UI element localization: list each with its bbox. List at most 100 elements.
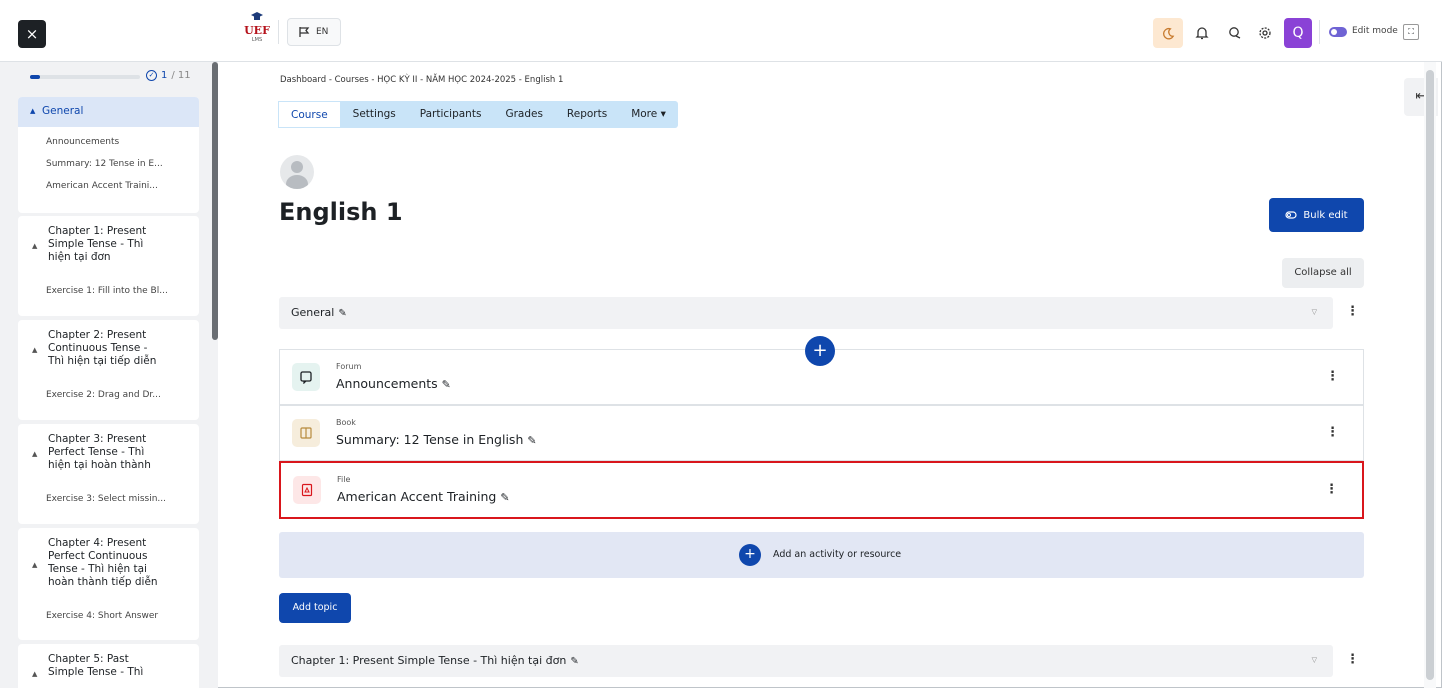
index-item[interactable]: American Accent Traini... (46, 181, 158, 191)
add-content-plus-icon[interactable]: + (805, 336, 835, 366)
section-title: General ✎ (291, 306, 347, 319)
title-line: hiện tại đơn (48, 251, 111, 263)
scrollbar-thumb[interactable] (1426, 70, 1434, 680)
section-menu-kebab-icon[interactable]: ⋮ (1346, 304, 1359, 319)
section-header-chapter-1[interactable]: Chapter 1: Present Simple Tense - Thì hi… (279, 645, 1333, 677)
breadcrumb[interactable]: Dashboard - Courses - HỌC KỲ II - NĂM HỌ… (280, 75, 563, 85)
moon-icon (1162, 27, 1174, 39)
top-navbar: × UEF LMS EN Q Edit mode ⛶ (0, 0, 1442, 62)
index-section-header[interactable]: ▲ Chapter 2: Present Continuous Tense - … (18, 329, 199, 368)
activity-name[interactable]: American Accent Training ✎ (337, 489, 510, 504)
index-section-header[interactable]: ▲ General (18, 97, 199, 127)
index-section-header[interactable]: ▲ Chapter 1: Present Simple Tense - Thì … (18, 225, 199, 264)
pencil-icon[interactable]: ✎ (570, 656, 578, 667)
index-item[interactable]: Summary: 12 Tense in E... (46, 159, 163, 169)
tab-reports[interactable]: Reports (555, 101, 619, 128)
progress-done: 1 (161, 70, 168, 81)
progress-total: / 11 (171, 70, 191, 81)
title-line: Perfect Tense - Thì (48, 446, 145, 458)
pencil-icon[interactable]: ✎ (527, 434, 536, 447)
collapse-caret-icon[interactable]: ▽ (1312, 656, 1317, 664)
title-line: Perfect Continuous (48, 550, 148, 562)
edit-mode-toggle[interactable] (1329, 27, 1347, 37)
title-line: Tense - Thì hiện tại (48, 563, 147, 575)
chat-bubble-icon (1229, 27, 1241, 39)
title-line: Thì hiện tại tiếp diễn (48, 355, 157, 367)
activity-name[interactable]: Announcements ✎ (336, 376, 451, 391)
title-line: Chapter 4: Present (48, 537, 147, 549)
activity-menu-kebab-icon[interactable]: ⋮ (1326, 425, 1339, 440)
pencil-icon[interactable]: ✎ (500, 491, 509, 504)
pdf-file-icon (293, 476, 321, 504)
index-section-chapter-5: ▲ Chapter 5: Past Simple Tense - Thì (18, 644, 199, 688)
section-menu-kebab-icon[interactable]: ⋮ (1346, 652, 1359, 667)
activity-name[interactable]: Summary: 12 Tense in English ✎ (336, 432, 537, 447)
user-avatar[interactable]: Q (1284, 18, 1312, 48)
site-logo[interactable]: UEF LMS (242, 12, 272, 50)
notifications-button[interactable] (1187, 18, 1217, 48)
activity-type: File (337, 475, 351, 484)
title-line: Chapter 2: Present (48, 329, 147, 341)
activity-menu-kebab-icon[interactable]: ⋮ (1326, 369, 1339, 384)
index-item[interactable]: Announcements (46, 137, 119, 147)
flag-icon (299, 27, 310, 37)
title-line: hiện tại hoàn thành (48, 459, 151, 471)
title-line: Simple Tense - Thì (48, 666, 144, 678)
progress-count: ✓ 1/ 11 (146, 70, 191, 81)
fullscreen-icon[interactable]: ⛶ (1403, 24, 1419, 40)
dark-mode-toggle[interactable] (1153, 18, 1183, 48)
index-section-header[interactable]: ▲ Chapter 4: Present Perfect Continuous … (18, 537, 199, 589)
title-line: Simple Tense - Thì (48, 238, 144, 250)
index-item[interactable]: Exercise 1: Fill into the Bl... (46, 286, 168, 296)
collapse-caret-icon: ▲ (32, 450, 38, 458)
divider (1319, 20, 1320, 44)
collapse-caret-icon: ▲ (32, 561, 38, 569)
forum-icon (292, 363, 320, 391)
tab-settings[interactable]: Settings (341, 101, 408, 128)
collapse-caret-icon: ▲ (32, 346, 38, 354)
activity-file[interactable]: File American Accent Training ✎ ⋮ (279, 461, 1364, 519)
settings-button[interactable] (1250, 18, 1280, 48)
index-section-chapter-1: ▲ Chapter 1: Present Simple Tense - Thì … (18, 216, 199, 316)
edit-mode-label: Edit mode (1352, 26, 1398, 36)
gear-icon (1259, 27, 1271, 39)
check-circle-icon: ✓ (146, 70, 157, 81)
tab-participants[interactable]: Participants (408, 101, 494, 128)
collapse-caret-icon: ▲ (32, 670, 38, 678)
bulk-edit-label: Bulk edit (1303, 209, 1348, 221)
index-item[interactable]: Exercise 2: Drag and Dr... (46, 390, 161, 400)
pencil-icon[interactable]: ✎ (338, 308, 346, 319)
tab-course[interactable]: Course (278, 101, 341, 128)
close-drawer-button[interactable]: × (18, 20, 46, 48)
graduation-cap-icon (251, 12, 263, 20)
collapse-caret-icon[interactable]: ▽ (1312, 308, 1317, 316)
language-button[interactable]: EN (287, 18, 341, 46)
course-index-drawer: ✓ 1/ 11 ▲ General Announcements Summary:… (0, 62, 218, 688)
add-topic-button[interactable]: Add topic (279, 593, 351, 623)
page-scrollbar[interactable] (1424, 62, 1436, 688)
index-item[interactable]: Exercise 4: Short Answer (46, 611, 158, 621)
language-label: EN (316, 27, 329, 37)
tab-more[interactable]: More ▾ (619, 101, 678, 128)
activity-type: Forum (336, 362, 362, 371)
title-line: Chapter 1: Present (48, 225, 147, 237)
bell-icon (1195, 27, 1209, 40)
add-activity-button[interactable]: + Add an activity or resource (279, 532, 1364, 578)
index-section-title: General (42, 105, 84, 117)
collapse-all-button[interactable]: Collapse all (1282, 258, 1364, 288)
progress-fill (30, 75, 40, 79)
title-line: Chapter 5: Past (48, 653, 129, 665)
pencil-icon[interactable]: ✎ (442, 378, 451, 391)
section-header-general[interactable]: General ✎ ▽ (279, 297, 1333, 329)
index-section-header[interactable]: ▲ Chapter 5: Past Simple Tense - Thì (18, 653, 199, 679)
activity-book[interactable]: Book Summary: 12 Tense in English ✎ ⋮ (279, 405, 1364, 461)
activity-menu-kebab-icon[interactable]: ⋮ (1325, 482, 1338, 497)
index-item[interactable]: Exercise 3: Select missin... (46, 494, 166, 504)
bulk-edit-button[interactable]: Bulk edit (1269, 198, 1364, 232)
drawer-scrollbar[interactable] (212, 62, 218, 340)
messages-button[interactable] (1220, 18, 1250, 48)
add-activity-label: Add an activity or resource (773, 549, 902, 560)
tab-grades[interactable]: Grades (493, 101, 554, 128)
index-section-header[interactable]: ▲ Chapter 3: Present Perfect Tense - Thì… (18, 433, 199, 472)
activity-type: Book (336, 418, 356, 427)
